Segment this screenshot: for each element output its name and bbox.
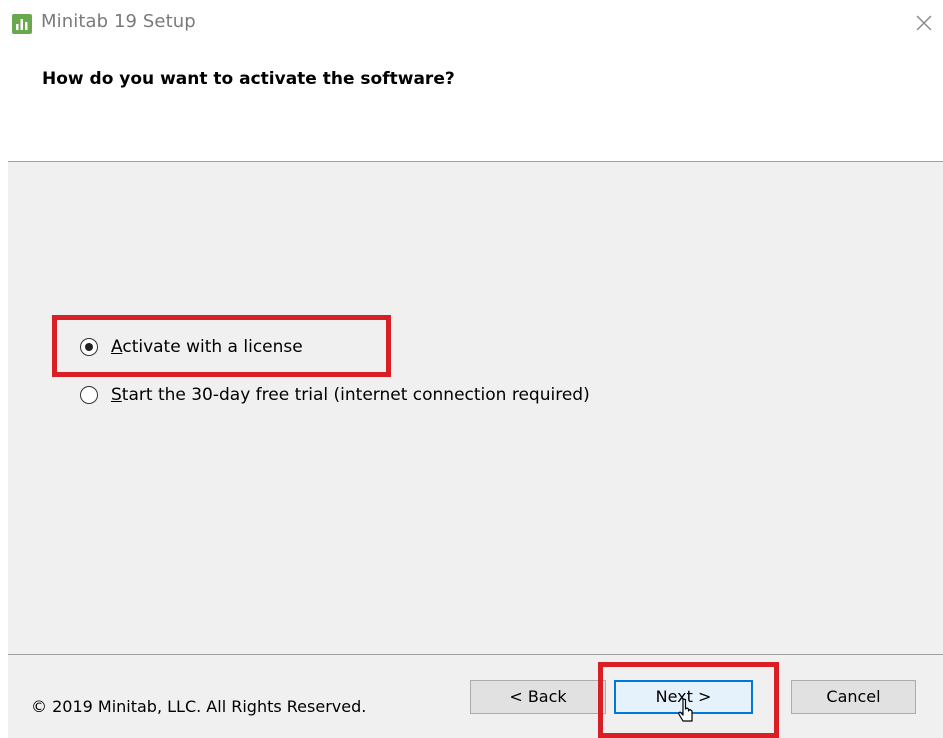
radio-label-activate-license: Activate with a license	[111, 337, 303, 357]
minitab-app-icon	[12, 14, 32, 34]
window-title: Minitab 19 Setup	[41, 11, 196, 32]
cancel-button[interactable]: Cancel	[791, 680, 916, 714]
back-button[interactable]: < Back	[470, 680, 606, 714]
radio-button-unselected[interactable]	[80, 386, 98, 404]
close-icon	[916, 15, 932, 31]
radio-button-selected[interactable]	[80, 338, 98, 356]
page-heading: How do you want to activate the software…	[42, 69, 455, 89]
mnemonic-a: A	[111, 337, 123, 357]
mnemonic-s: S	[111, 385, 122, 405]
copyright-text: © 2019 Minitab, LLC. All Rights Reserved…	[31, 697, 367, 716]
mouse-cursor-icon	[677, 698, 693, 722]
radio-label-free-trial: Start the 30-day free trial (internet co…	[111, 385, 590, 405]
radio-activate-license[interactable]: Activate with a license	[80, 337, 303, 357]
footer-divider	[8, 654, 943, 655]
dialog-header: How do you want to activate the software…	[0, 48, 943, 161]
radio-free-trial[interactable]: Start the 30-day free trial (internet co…	[80, 385, 590, 405]
close-button[interactable]	[906, 6, 940, 40]
content-panel	[8, 162, 943, 738]
title-bar: Minitab 19 Setup	[0, 0, 943, 48]
